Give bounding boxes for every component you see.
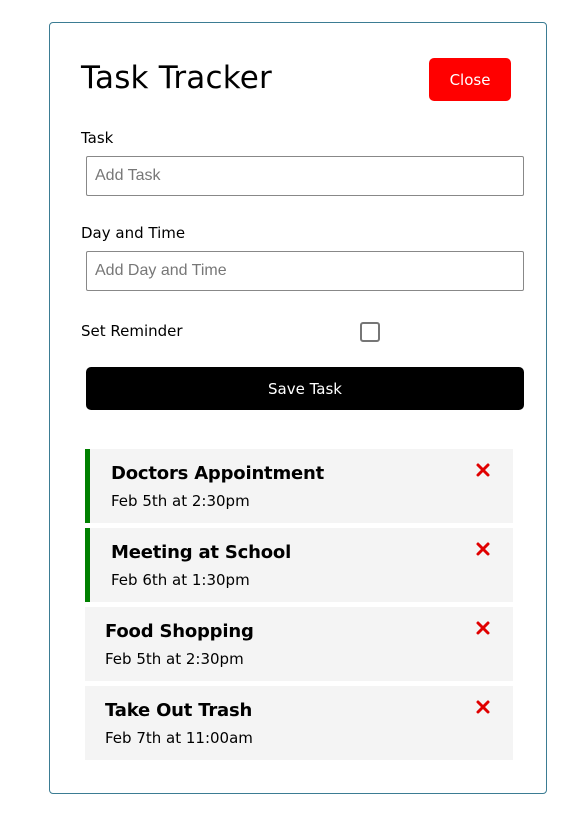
task-list: Doctors Appointment Feb 5th at 2:30pm Me…: [85, 449, 513, 765]
task-day: Feb 5th at 2:30pm: [111, 492, 250, 510]
task-item[interactable]: Take Out Trash Feb 7th at 11:00am: [85, 686, 513, 760]
delete-x-icon[interactable]: [475, 462, 491, 478]
day-time-input[interactable]: [86, 251, 524, 291]
reminder-label: Set Reminder: [81, 322, 183, 340]
reminder-checkbox[interactable]: [360, 322, 380, 342]
task-tracker-card: Task Tracker Close Task Day and Time Set…: [49, 22, 547, 794]
task-item[interactable]: Doctors Appointment Feb 5th at 2:30pm: [85, 449, 513, 523]
delete-x-icon[interactable]: [475, 541, 491, 557]
task-title: Doctors Appointment: [111, 463, 325, 484]
task-title: Take Out Trash: [105, 700, 253, 721]
header: Task Tracker Close: [81, 58, 511, 102]
delete-x-icon[interactable]: [475, 699, 491, 715]
task-title: Food Shopping: [105, 621, 254, 642]
task-item[interactable]: Food Shopping Feb 5th at 2:30pm: [85, 607, 513, 681]
task-day: Feb 6th at 1:30pm: [111, 571, 250, 589]
page-title: Task Tracker: [81, 60, 272, 96]
task-label: Task: [81, 129, 114, 147]
close-button[interactable]: Close: [429, 58, 511, 101]
task-day: Feb 7th at 11:00am: [105, 729, 253, 747]
delete-x-icon[interactable]: [475, 620, 491, 636]
task-item[interactable]: Meeting at School Feb 6th at 1:30pm: [85, 528, 513, 602]
day-time-label: Day and Time: [81, 224, 186, 242]
task-day: Feb 5th at 2:30pm: [105, 650, 244, 668]
save-task-button[interactable]: Save Task: [86, 367, 524, 410]
task-title: Meeting at School: [111, 542, 292, 563]
task-input[interactable]: [86, 156, 524, 196]
